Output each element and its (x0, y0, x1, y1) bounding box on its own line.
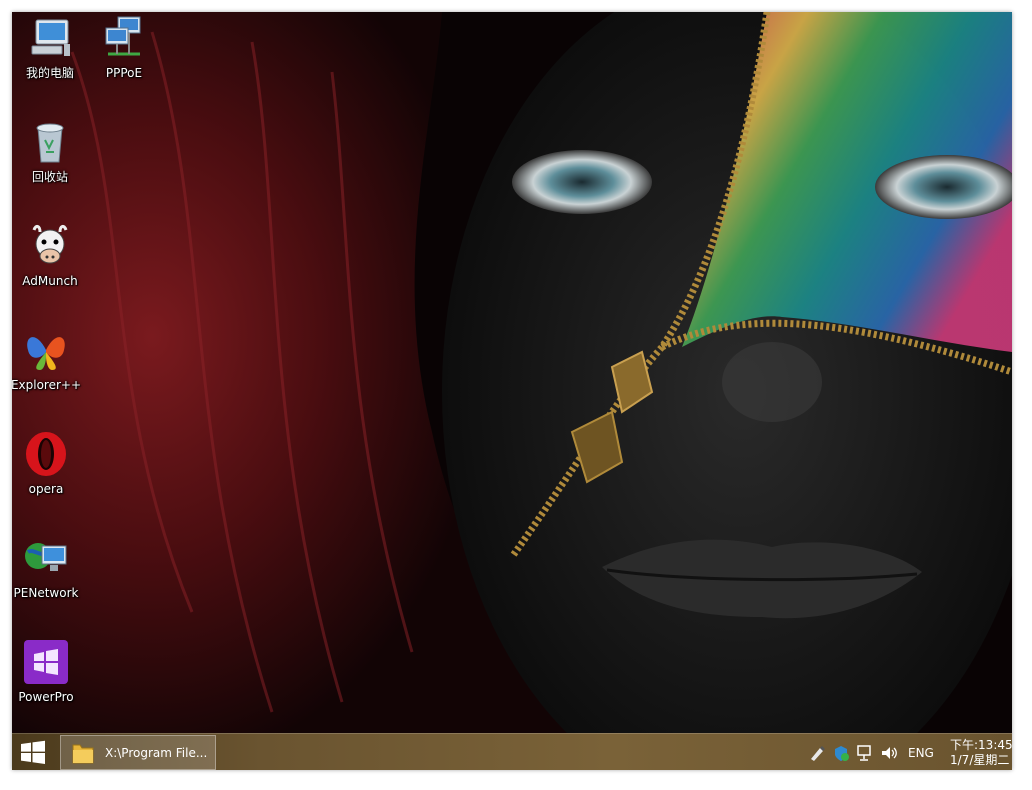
desktop-icon-label: opera (28, 482, 64, 496)
system-clock[interactable]: 下午:13:45 1/7/星期二 (950, 738, 1012, 768)
desktop-icon-powerpro[interactable]: PowerPro (12, 638, 84, 718)
cow-icon (32, 224, 68, 264)
computer-icon (31, 19, 70, 56)
desktop-icon-label: PowerPro (18, 690, 74, 704)
shield-icon[interactable] (832, 744, 850, 762)
folder-icon (72, 744, 94, 764)
wallpaper (12, 12, 1012, 733)
globe-monitor-icon (25, 543, 67, 571)
desktop-icon-label: 回收站 (31, 170, 68, 184)
desktop-icon-label: 我的电脑 (25, 66, 74, 80)
desktop-icon-admunch[interactable]: AdMunch (12, 222, 88, 302)
desktop-icon-computer[interactable]: 我的电脑 (12, 14, 88, 94)
taskbar-item-explorer-window[interactable]: X:\Program File... (60, 735, 216, 770)
desktop-icon-recycle-bin[interactable]: 回收站 (12, 118, 88, 198)
desktop-icon-explorer-plus[interactable]: Explorer++ (12, 326, 84, 406)
input-language-indicator[interactable]: ENG (908, 746, 934, 760)
desktop-icon-label: PENetwork (13, 586, 79, 600)
taskbar-item-label: X:\Program File... (105, 746, 208, 760)
clock-date: 1/7/星期二 (950, 753, 1010, 767)
desktop-icon-penetwork[interactable]: PENetwork (12, 534, 84, 614)
recycle-bin-icon (36, 123, 64, 163)
taskbar: X:\Program File... ENG 下午:13:45 1/7/星期二 (12, 733, 1012, 770)
desktop-icon-label: Explorer++ (12, 378, 82, 392)
opera-icon (26, 432, 66, 476)
powerpro-icon (24, 640, 68, 684)
network-connection-icon (105, 16, 141, 56)
desktop-icon-label: PPPoE (105, 66, 143, 80)
desktop-icon-pppoe[interactable]: PPPoE (86, 14, 162, 94)
windows-logo-icon (21, 740, 45, 764)
desktop-icon-opera[interactable]: opera (12, 430, 84, 510)
desktop-icon-label: AdMunch (22, 274, 78, 288)
start-button[interactable] (12, 734, 54, 770)
desktop-screen: 我的电脑 PPPoE 回收站 AdMunch Explorer++ opera … (12, 12, 1012, 770)
clock-time: 下午:13:45 (950, 738, 1012, 752)
explorer-butterfly-icon (27, 337, 65, 370)
volume-icon[interactable] (880, 744, 898, 762)
network-icon[interactable] (856, 744, 874, 762)
pen-tool-icon[interactable] (808, 744, 826, 762)
